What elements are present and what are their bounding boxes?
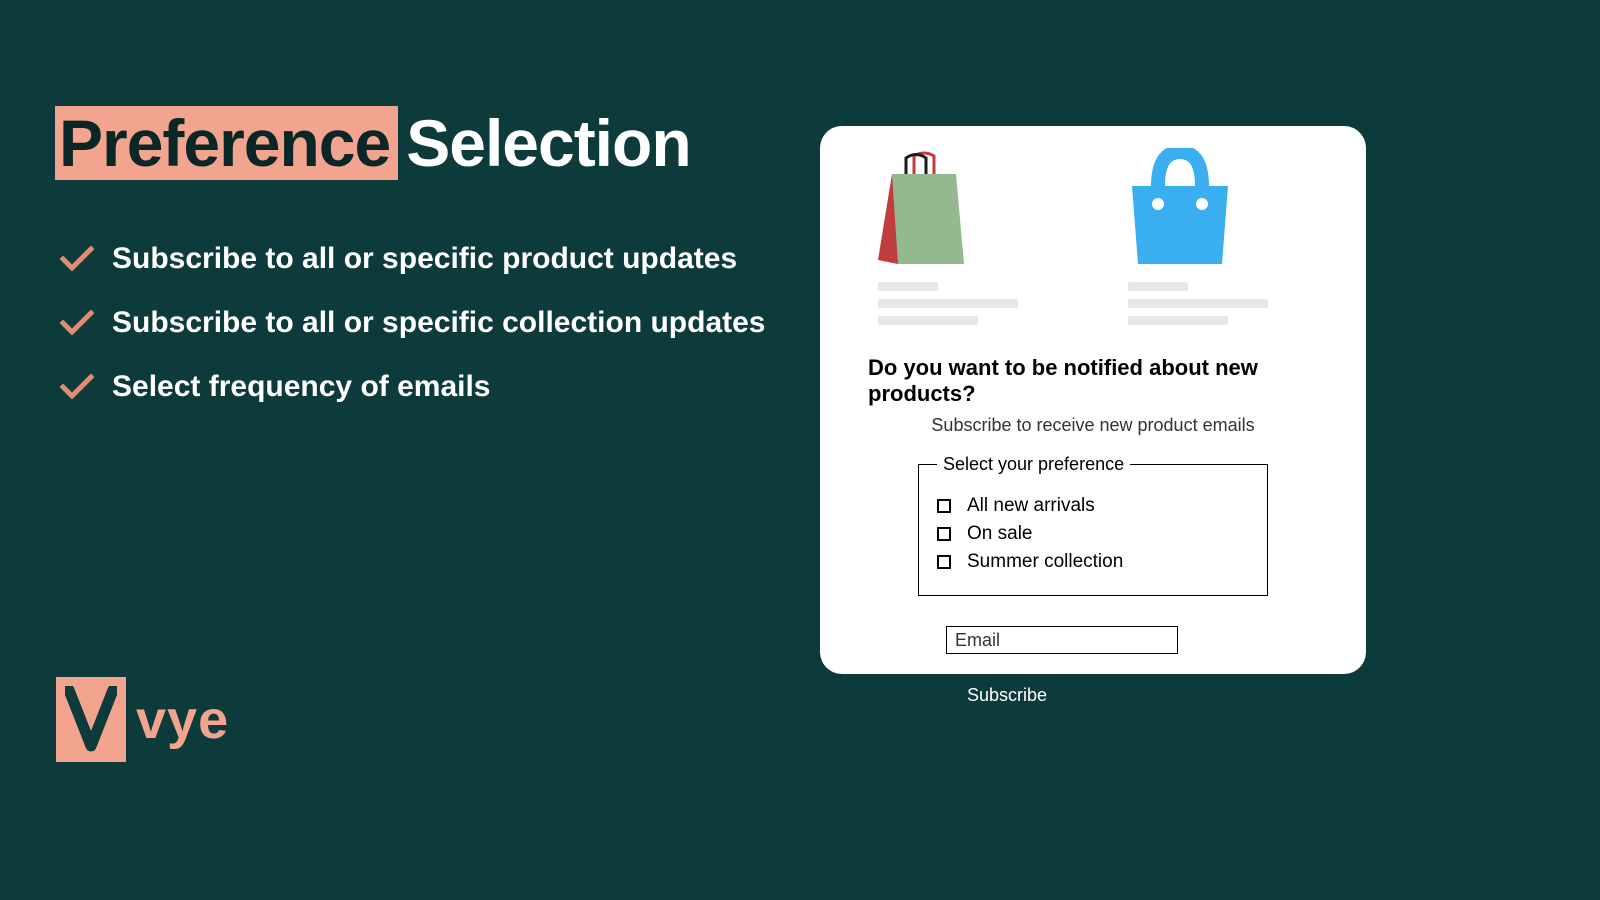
shopping-bag-icon: [1128, 144, 1232, 264]
skeleton-placeholder: [878, 282, 1018, 325]
option-label: Summer collection: [967, 551, 1123, 573]
v-icon: [65, 686, 117, 754]
subscription-card: Do you want to be notified about new pro…: [820, 126, 1366, 674]
page-title: PreferenceSelection: [55, 105, 691, 181]
preference-option[interactable]: All new arrivals: [937, 495, 1249, 517]
list-item: Subscribe to all or specific product upd…: [60, 242, 766, 276]
logo-mark: [56, 677, 126, 762]
fieldset-legend: Select your preference: [937, 454, 1130, 475]
checkbox-icon[interactable]: [937, 499, 951, 513]
title-rest: Selection: [406, 106, 690, 180]
preference-option[interactable]: Summer collection: [937, 551, 1249, 573]
checkbox-icon[interactable]: [937, 527, 951, 541]
list-item: Subscribe to all or specific collection …: [60, 306, 766, 340]
bullet-text: Select frequency of emails: [112, 370, 491, 404]
subscribe-label: Subscribe: [967, 685, 1047, 706]
check-icon: [60, 246, 94, 272]
checkbox-icon[interactable]: [937, 555, 951, 569]
skeleton-placeholder: [1128, 282, 1268, 325]
bullet-text: Subscribe to all or specific collection …: [112, 306, 766, 340]
product-row: [848, 144, 1338, 325]
check-icon: [60, 310, 94, 336]
list-item: Select frequency of emails: [60, 370, 766, 404]
email-placeholder: Email: [955, 630, 1000, 651]
bullet-text: Subscribe to all or specific product upd…: [112, 242, 737, 276]
preference-option[interactable]: On sale: [937, 523, 1249, 545]
logo-text: vye: [136, 689, 229, 751]
title-highlight: Preference: [55, 106, 398, 180]
option-label: On sale: [967, 523, 1032, 545]
form-subheading: Subscribe to receive new product emails: [848, 415, 1338, 436]
brand-logo: vye: [56, 677, 229, 762]
email-field[interactable]: Email: [946, 626, 1178, 654]
subscribe-button[interactable]: Subscribe: [946, 676, 1068, 714]
option-label: All new arrivals: [967, 495, 1095, 517]
product-item: [878, 144, 1018, 325]
preference-fieldset: Select your preference All new arrivals …: [918, 454, 1268, 596]
shopping-bag-icon: [878, 144, 970, 264]
form-heading: Do you want to be notified about new pro…: [848, 355, 1338, 407]
feature-list: Subscribe to all or specific product upd…: [60, 242, 766, 434]
product-item: [1128, 144, 1268, 325]
check-icon: [60, 374, 94, 400]
